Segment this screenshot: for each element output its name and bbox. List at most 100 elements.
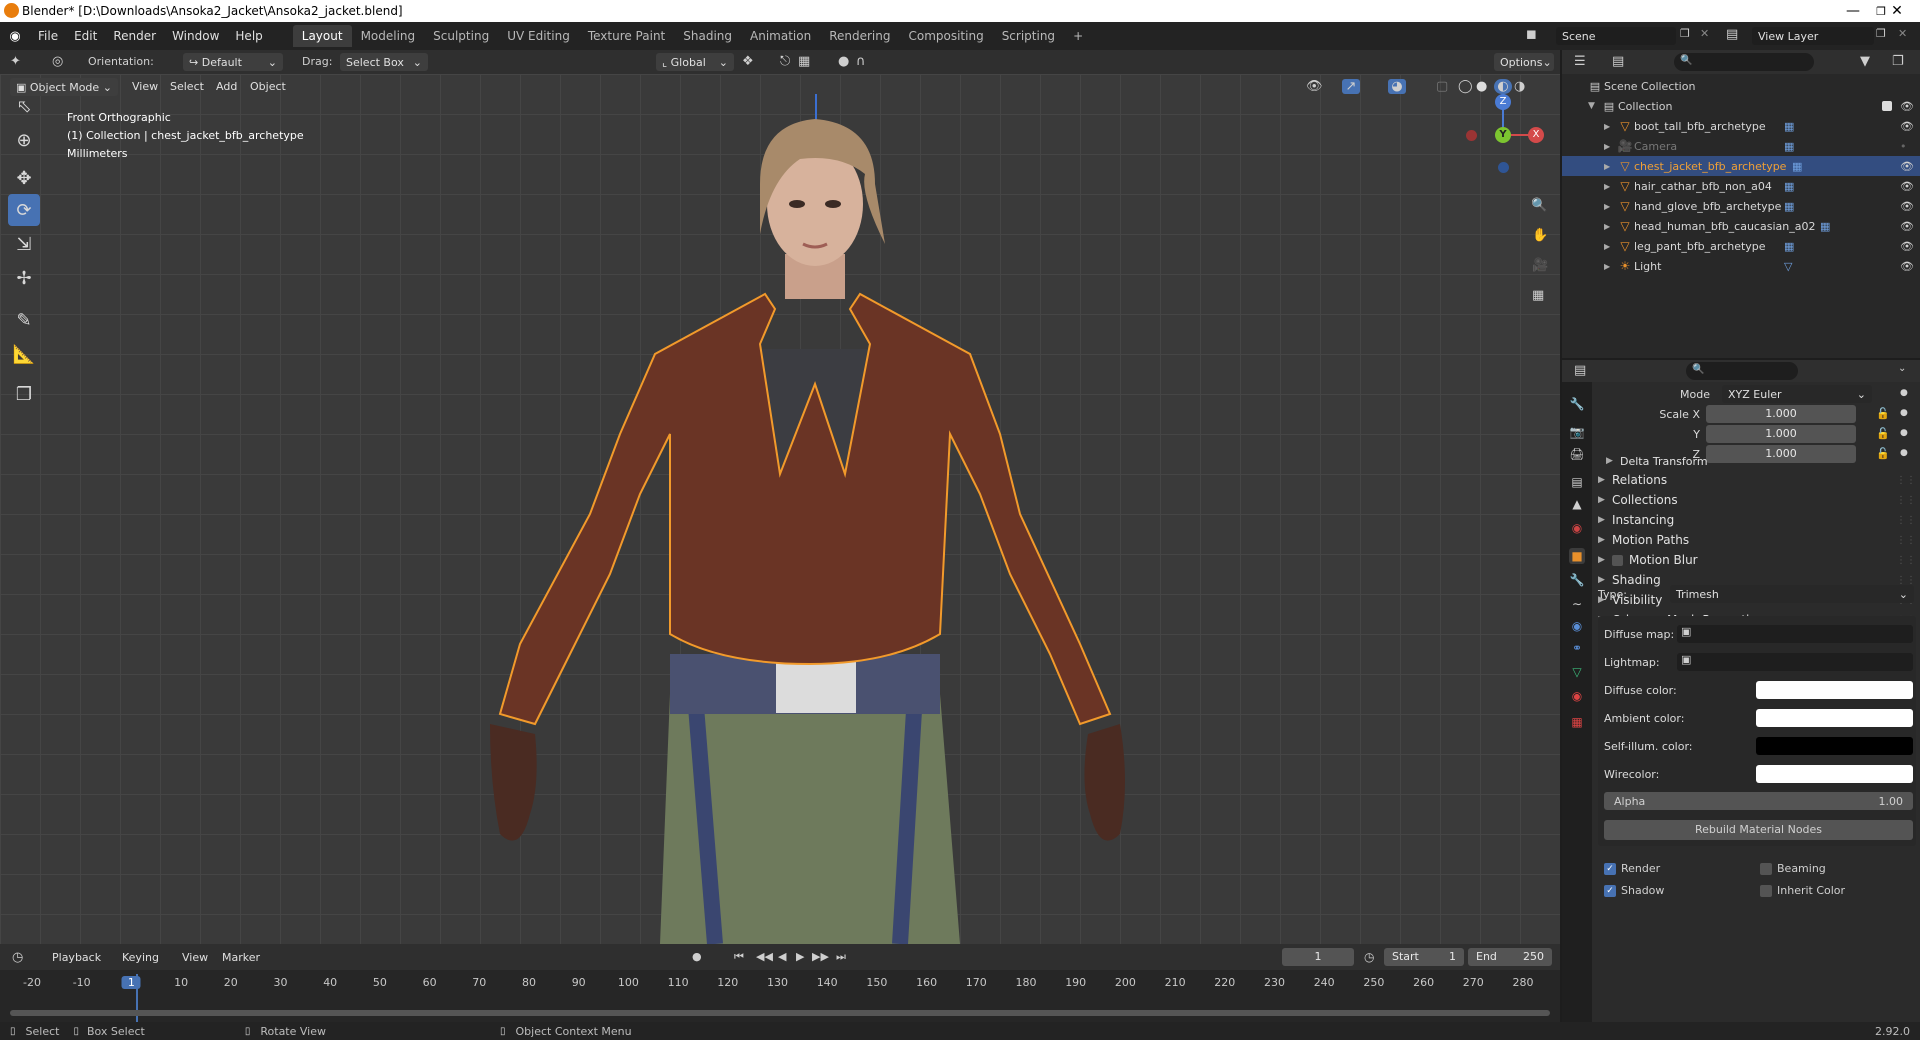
delete-view-layer-icon[interactable]: ✕ [1898, 27, 1907, 40]
drag-handle-icon[interactable]: ⋮⋮ [1896, 575, 1916, 586]
expand-arrow-icon[interactable]: ▶ [1604, 222, 1616, 231]
wirecolor-swatch[interactable] [1756, 765, 1913, 783]
grid-view-icon[interactable]: ▦ [1532, 288, 1544, 303]
mesh-data-icon[interactable]: ▦ [1784, 140, 1794, 153]
drag-handle-icon[interactable]: ⋮⋮ [1896, 495, 1916, 506]
beaming-checkbox[interactable]: Beaming [1760, 862, 1826, 875]
next-keyframe-icon[interactable]: ▶▶ [812, 950, 829, 963]
eye-icon[interactable]: 👁 [1900, 260, 1914, 273]
menu-window[interactable]: Window [164, 29, 227, 43]
tab-sculpting[interactable]: Sculpting [424, 25, 498, 47]
object-tab-icon[interactable]: ■ [1569, 548, 1585, 564]
outliner-item[interactable]: ▶ ▽ head_human_bfb_caucasian_a02 ▦ 👁 [1562, 216, 1920, 236]
expand-arrow-icon[interactable]: ▶ [1604, 242, 1616, 251]
gizmo-z-axis[interactable]: Z [1495, 94, 1511, 110]
tab-compositing[interactable]: Compositing [899, 25, 992, 47]
outliner-item[interactable]: ▶ ▽ hand_glove_bfb_archetype ▦ 👁 [1562, 196, 1920, 216]
new-view-layer-icon[interactable]: ❐ [1876, 27, 1886, 40]
navigation-gizmo[interactable]: Z Y X [1464, 90, 1544, 173]
gizmo-neg-x[interactable] [1466, 130, 1477, 141]
panel-header[interactable]: ▶ Relations ⋮⋮ [1598, 469, 1916, 491]
expand-arrow-icon[interactable]: ▶ [1604, 202, 1616, 211]
eye-icon[interactable]: 👁 [1900, 240, 1914, 253]
tab-animation[interactable]: Animation [741, 25, 820, 47]
outliner-item[interactable]: ▶ ▽ boot_tall_bfb_archetype ▦ 👁 [1562, 116, 1920, 136]
properties-editor-type-icon[interactable]: ▤ [1574, 363, 1586, 378]
move-tool[interactable]: ✥ [8, 162, 40, 194]
panel-header[interactable]: ▶ Collections ⋮⋮ [1598, 489, 1916, 511]
panel-header[interactable]: ▶ Motion Paths ⋮⋮ [1598, 529, 1916, 551]
eye-icon[interactable]: • [1900, 140, 1907, 153]
expand-arrow-icon[interactable]: ▼ [1588, 101, 1600, 111]
start-frame-field[interactable]: Start 1 [1384, 948, 1464, 966]
timeline-menu-view[interactable]: View [174, 951, 216, 964]
snap-target-icon[interactable]: ▦ [798, 54, 810, 69]
play-reverse-icon[interactable]: ◀ [778, 950, 786, 963]
timeline-menu-keying[interactable]: Keying [114, 951, 167, 964]
proportional-edit-icon[interactable]: ● [838, 54, 849, 69]
scene-browse-icon[interactable]: ◼ [1526, 27, 1537, 42]
tab-scripting[interactable]: Scripting [993, 25, 1064, 47]
world-tab-icon[interactable]: ◉ [1569, 520, 1585, 536]
eye-icon[interactable]: 👁 [1900, 100, 1914, 113]
gizmo-x-axis[interactable]: X [1528, 127, 1544, 143]
eye-icon[interactable]: 👁 [1900, 220, 1914, 233]
timeline-editor-type-icon[interactable]: ◷ [12, 950, 23, 965]
outliner-scene-collection[interactable]: ▤ Scene Collection [1562, 76, 1920, 96]
viewport-menu-add[interactable]: Add [208, 80, 245, 93]
shadow-checkbox[interactable]: ✓ Shadow [1604, 884, 1664, 897]
editor-type-icon[interactable]: ✦ [10, 54, 21, 69]
keyframe-dot-icon[interactable]: ● [1900, 428, 1908, 438]
expand-arrow-icon[interactable]: ▶ [1604, 122, 1616, 131]
keyframe-dot-icon[interactable]: ● [1900, 388, 1908, 398]
data-tab-icon[interactable]: ▽ [1569, 664, 1585, 680]
annotate-tool[interactable]: ✎ [8, 304, 40, 336]
scene-selector[interactable]: Scene [1556, 27, 1676, 45]
menu-render[interactable]: Render [105, 29, 164, 43]
mesh-data-icon[interactable]: ▦ [1784, 180, 1794, 193]
character-model[interactable] [460, 94, 1180, 944]
constraints-tab-icon[interactable]: ⚭ [1569, 640, 1585, 656]
lock-icon[interactable]: 🔓 [1876, 427, 1890, 440]
menu-help[interactable]: Help [227, 29, 270, 43]
camera-view-icon[interactable]: 🎥 [1532, 258, 1548, 273]
lock-icon[interactable]: 🔓 [1876, 407, 1890, 420]
chevron-down-icon[interactable]: ⌄ [1898, 363, 1906, 374]
panel-header[interactable]: ▶ Motion Blur ⋮⋮ [1598, 549, 1916, 571]
snap-icon[interactable]: ⎋ [780, 54, 790, 69]
filter-icon[interactable]: ▼ [1860, 54, 1870, 69]
transform-tool[interactable]: ✢ [8, 262, 40, 294]
mesh-data-icon[interactable]: ▦ [1792, 160, 1802, 173]
transform-pivot-icon[interactable]: ◎ [52, 54, 63, 69]
physics-tab-icon[interactable]: ◉ [1569, 618, 1585, 634]
rotation-mode-dropdown[interactable]: XYZ Euler ⌄ [1722, 385, 1872, 403]
material-tab-icon[interactable]: ◉ [1569, 688, 1585, 704]
menu-edit[interactable]: Edit [66, 29, 105, 43]
jump-start-icon[interactable]: ⏮ [734, 950, 744, 964]
xray-icon[interactable]: ▢ [1436, 79, 1448, 94]
clock-icon[interactable]: ◷ [1364, 950, 1374, 964]
eye-icon[interactable]: 👁 [1900, 180, 1914, 193]
blender-menu-icon[interactable]: ◉ [0, 29, 30, 44]
drag-handle-icon[interactable]: ⋮⋮ [1896, 555, 1916, 566]
timeline-scrollbar[interactable] [10, 1010, 1550, 1016]
rotate-tool[interactable]: ⟳ [8, 194, 40, 226]
jump-end-icon[interactable]: ⏭ [836, 950, 846, 964]
timeline-menu-playback[interactable]: Playback [44, 951, 109, 964]
tab-uv-editing[interactable]: UV Editing [498, 25, 579, 47]
lightmap-field[interactable]: ▣ [1677, 653, 1913, 671]
display-mode-icon[interactable]: ▤ [1612, 54, 1624, 69]
motion-blur-checkbox[interactable] [1612, 554, 1623, 566]
measure-tool[interactable]: 📐 [8, 338, 40, 370]
close-icon[interactable]: ✕ [1874, 0, 1920, 22]
particles-tab-icon[interactable]: ∼ [1569, 596, 1585, 612]
viewport-menu-object[interactable]: Object [242, 80, 294, 93]
pivot-point-icon[interactable]: ❖ [742, 54, 754, 69]
scene-tab-icon[interactable]: ▲ [1569, 496, 1585, 512]
viewport-menu-view[interactable]: View [124, 80, 166, 93]
drag-handle-icon[interactable]: ⋮⋮ [1896, 475, 1916, 486]
view-layer-selector[interactable]: View Layer [1752, 27, 1874, 45]
diffuse-map-field[interactable]: ▣ [1677, 625, 1913, 643]
expand-arrow-icon[interactable]: ▶ [1604, 182, 1616, 191]
tab-modeling[interactable]: Modeling [352, 25, 425, 47]
